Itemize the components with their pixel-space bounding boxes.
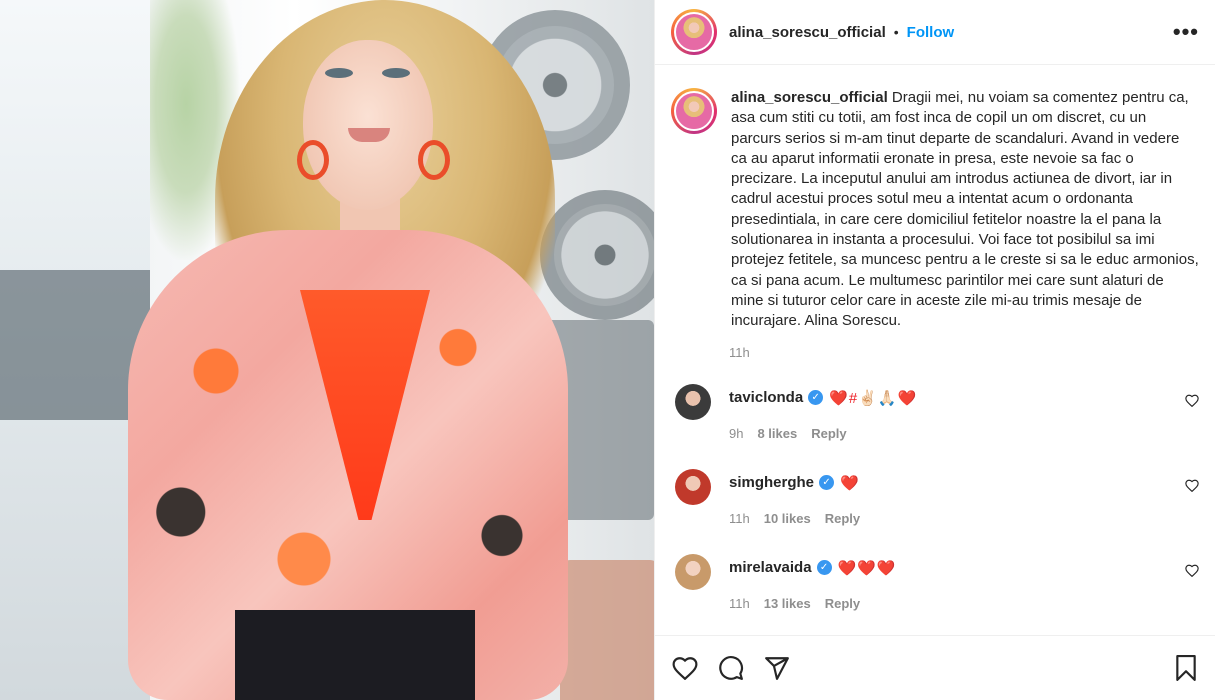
film-reel <box>540 190 654 320</box>
woman-eye <box>325 68 353 78</box>
woman-face <box>303 40 433 210</box>
reply-button[interactable]: Reply <box>811 426 846 441</box>
caption-body: Dragii mei, nu voiam sa comentez pentru … <box>731 89 1199 330</box>
earring <box>297 140 329 180</box>
comment-time[interactable]: 9h <box>729 426 743 441</box>
commenter-avatar[interactable] <box>675 383 711 420</box>
verified-badge-icon: ✓ <box>808 390 824 406</box>
comment-username[interactable]: mirelavaida <box>729 559 812 576</box>
post-side-panel: alina_sorescu_official • Follow ••• alin… <box>654 0 1215 700</box>
comment-time[interactable]: 11h <box>729 511 750 526</box>
avatar[interactable] <box>671 9 717 55</box>
caption-text: alina_sorescu_official Dragii mei, nu vo… <box>731 88 1199 332</box>
post-header: alina_sorescu_official • Follow ••• <box>655 0 1215 65</box>
woman-eye <box>382 68 410 78</box>
comment-likes[interactable]: 13 likes <box>764 596 811 611</box>
earring <box>418 140 450 180</box>
verified-badge-icon: ✓ <box>816 560 832 576</box>
comment-like-heart-icon[interactable] <box>1185 394 1199 410</box>
post-photo[interactable] <box>0 0 654 700</box>
verified-badge-icon: ✓ <box>819 475 835 491</box>
comment-text: ❤️#✌🏻🙏🏻❤️ <box>829 389 918 407</box>
reply-button[interactable]: Reply <box>825 596 860 611</box>
bookmark-icon[interactable] <box>1172 654 1200 682</box>
comment-likes[interactable]: 10 likes <box>764 511 811 526</box>
black-trousers <box>235 610 475 700</box>
caption-username[interactable]: alina_sorescu_official <box>731 89 888 106</box>
reply-button[interactable]: Reply <box>825 511 860 526</box>
comment-item: mirelavaida ✓ ❤️❤️❤️ 11h 13 likes Reply <box>655 553 1215 611</box>
post-username[interactable]: alina_sorescu_official <box>729 24 886 41</box>
caption-avatar[interactable] <box>671 88 717 134</box>
heart-icon[interactable] <box>671 654 699 682</box>
comment-time[interactable]: 11h <box>729 596 750 611</box>
comment-username[interactable]: simgherghe <box>729 474 814 491</box>
comment-text: ❤️ <box>840 474 860 492</box>
share-icon[interactable] <box>763 654 791 682</box>
follow-button[interactable]: Follow <box>907 24 955 41</box>
post-actions-bar <box>655 635 1215 700</box>
comment-like-heart-icon[interactable] <box>1185 479 1199 495</box>
comment-like-heart-icon[interactable] <box>1185 564 1199 580</box>
more-options-icon[interactable]: ••• <box>1173 19 1199 45</box>
comment-likes[interactable]: 8 likes <box>757 426 797 441</box>
commenter-avatar[interactable] <box>675 468 711 505</box>
comment-item: taviclonda ✓ ❤️#✌🏻🙏🏻❤️ 9h 8 likes Reply <box>655 383 1215 441</box>
caption-time[interactable]: 11h <box>729 345 1215 360</box>
post-caption: alina_sorescu_official Dragii mei, nu vo… <box>655 65 1215 332</box>
comment-username[interactable]: taviclonda <box>729 389 803 406</box>
separator-dot: • <box>893 24 899 40</box>
comment-text: ❤️❤️❤️ <box>837 559 897 577</box>
comment-icon[interactable] <box>717 654 745 682</box>
comment-item: simgherghe ✓ ❤️ 11h 10 likes Reply <box>655 468 1215 526</box>
commenter-avatar[interactable] <box>675 553 711 590</box>
comments-section[interactable]: alina_sorescu_official Dragii mei, nu vo… <box>655 65 1215 635</box>
instagram-post-view: alina_sorescu_official • Follow ••• alin… <box>0 0 1215 700</box>
flower-pot <box>560 560 654 700</box>
